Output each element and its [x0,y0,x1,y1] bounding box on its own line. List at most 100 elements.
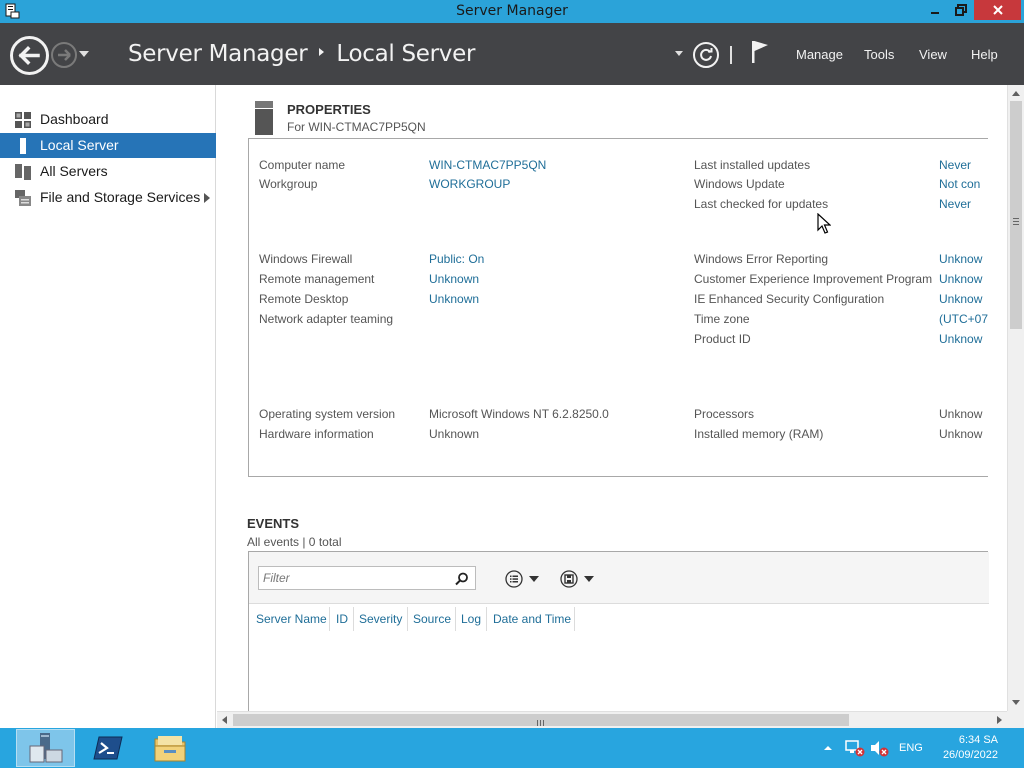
volume-button[interactable] [869,728,889,768]
sidebar-item-label: Local Server [40,137,119,153]
history-dropdown-icon[interactable] [79,51,89,57]
save-query-button[interactable] [560,570,594,588]
prop-label-remote-management: Remote management [259,272,375,286]
forward-button[interactable] [51,42,77,68]
scroll-down-icon[interactable] [1012,700,1020,705]
column-server-name[interactable]: Server Name [256,612,327,626]
column-date-time[interactable]: Date and Time [493,612,571,626]
prop-label-memory: Installed memory (RAM) [694,427,824,441]
chevron-down-icon [584,576,594,582]
prop-value-last-checked[interactable]: Never [939,197,971,211]
sidebar-item-local-server[interactable]: Local Server [0,133,216,158]
menu-tools[interactable]: Tools [864,47,894,62]
prop-value-error-reporting[interactable]: Unknow [939,252,982,266]
prop-label-ie-esc: IE Enhanced Security Configuration [694,292,885,306]
horizontal-scrollbar[interactable] [217,711,1007,728]
filter-box[interactable] [258,566,476,590]
column-divider [329,607,330,631]
chevron-right-icon[interactable] [204,193,210,203]
scroll-right-icon[interactable] [997,716,1002,724]
sidebar-item-file-storage[interactable]: File and Storage Services [0,185,216,210]
prop-value-last-installed-updates[interactable]: Never [939,158,971,172]
vertical-scroll-thumb[interactable] [1010,101,1022,329]
events-title: EVENTS [247,516,300,531]
menu-help[interactable]: Help [971,47,998,62]
prop-value-remote-desktop[interactable]: Unknown [429,292,479,306]
search-icon[interactable] [455,571,469,590]
refresh-icon [700,48,713,61]
prop-label-last-installed-updates: Last installed updates [694,158,811,172]
clock-date: 26/09/2022 [942,749,998,761]
taskbar-powershell[interactable] [78,729,137,767]
sidebar: Dashboard Local Server All Servers File … [0,85,216,728]
prop-value-ceip[interactable]: Unknow [939,272,982,286]
vertical-scrollbar[interactable] [1007,85,1024,711]
properties-subtitle: For WIN-CTMAC7PP5QN [287,120,426,134]
prop-label-processors: Processors [694,407,755,421]
column-id[interactable]: ID [336,612,348,626]
prop-label-remote-desktop: Remote Desktop [259,292,349,306]
column-severity[interactable]: Severity [359,612,402,626]
prop-value-product-id[interactable]: Unknow [939,332,982,346]
prop-value-windows-update[interactable]: Not con [939,177,980,191]
menu-view[interactable]: View [919,47,947,62]
network-status-button[interactable] [845,728,865,768]
column-source[interactable]: Source [413,612,451,626]
back-button[interactable] [10,36,49,75]
prop-label-firewall: Windows Firewall [259,252,353,266]
header-bar: Server Manager Local Server Manage Tools… [0,23,1024,85]
taskbar-server-manager[interactable] [16,729,75,767]
prop-label-hardware: Hardware information [259,427,374,441]
prop-label-last-checked: Last checked for updates [694,197,829,211]
properties-title: PROPERTIES [287,102,371,117]
input-language[interactable]: ENG [899,728,923,768]
events-toolbar [249,552,989,604]
restore-button[interactable] [948,0,974,20]
breadcrumb-root[interactable]: Server Manager [128,41,308,67]
notifications-dropdown-icon[interactable] [675,51,683,56]
arrow-right-icon [58,49,71,61]
properties-panel: Computer name WIN-CTMAC7PP5QN Workgroup … [248,138,988,477]
dashboard-icon [15,112,31,128]
scroll-left-icon[interactable] [222,716,227,724]
sidebar-item-label: File and Storage Services [40,189,201,205]
horizontal-scroll-thumb[interactable] [233,714,849,726]
chevron-right-icon [319,48,325,56]
column-divider [486,607,487,631]
taskbar-file-explorer[interactable] [140,729,199,767]
breadcrumb: Server Manager Local Server [128,41,475,67]
events-panel: Server Name ID Severity Source Log Date … [248,551,989,711]
column-log[interactable]: Log [461,612,481,626]
refresh-button[interactable] [693,42,719,68]
show-hidden-icons-button[interactable] [823,728,833,768]
prop-value-workgroup[interactable]: WORKGROUP [429,177,510,191]
save-icon [560,570,578,588]
prop-value-ie-esc[interactable]: Unknow [939,292,982,306]
events-subtitle: All events | 0 total [247,535,342,549]
scroll-up-icon[interactable] [1012,91,1020,96]
prop-value-time-zone[interactable]: (UTC+07 [939,312,988,326]
menu-manage[interactable]: Manage [796,47,843,62]
all-servers-icon [15,164,31,180]
prop-label-workgroup: Workgroup [259,177,318,191]
notifications-flag-icon[interactable] [751,40,769,68]
prop-value-firewall[interactable]: Public: On [429,252,484,266]
prop-value-hardware: Unknown [429,427,480,441]
taskbar-clock[interactable]: 6:34 SA 26/09/2022 [943,733,998,763]
window-titlebar: Server Manager [0,0,1024,23]
prop-value-remote-management[interactable]: Unknown [429,272,479,286]
list-options-button[interactable] [505,570,539,588]
breadcrumb-current: Local Server [336,41,476,67]
sidebar-item-all-servers[interactable]: All Servers [0,159,216,184]
arrow-left-icon [18,46,40,65]
taskbar: ENG 6:34 SA 26/09/2022 [0,728,1024,768]
filter-input[interactable] [263,570,453,586]
window-title: Server Manager [456,3,568,19]
minimize-button[interactable] [922,0,948,20]
sidebar-item-dashboard[interactable]: Dashboard [0,107,216,132]
close-button[interactable] [974,0,1021,20]
prop-value-computer-name[interactable]: WIN-CTMAC7PP5QN [429,158,546,172]
close-icon [992,5,1003,15]
speaker-muted-icon [871,741,889,757]
column-divider [353,607,354,631]
